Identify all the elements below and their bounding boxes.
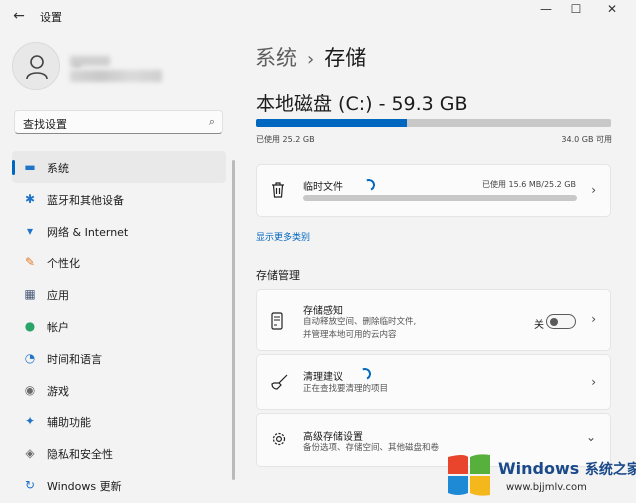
loading-spinner-icon	[357, 366, 373, 382]
sidebar-item[interactable]: ◉ 游戏	[12, 374, 226, 406]
temp-files-bar	[303, 195, 577, 201]
sidebar-item[interactable]: ▦ 应用	[12, 278, 226, 310]
sidebar-item[interactable]: ↻ Windows 更新	[12, 469, 226, 501]
storage-management-heading: 存储管理	[256, 269, 300, 282]
sidebar-item[interactable]: ◔ 时间和语言	[12, 342, 226, 374]
sidebar-item[interactable]: ✱ 蓝牙和其他设备	[12, 183, 226, 215]
watermark-title: Windows 系统之家	[498, 459, 636, 479]
watermark-url: www.bjjmlv.com	[506, 482, 587, 493]
search-input[interactable]: 查找设置 ⌕	[14, 110, 223, 134]
sidebar-item[interactable]: ▬ 系统	[12, 151, 226, 183]
sidebar-item-label: 蓝牙和其他设备	[47, 193, 124, 207]
windows-logo-icon	[448, 454, 490, 496]
trash-icon	[271, 182, 285, 202]
disk-used-text: 已使用 25.2 GB	[256, 135, 315, 144]
window-title: 设置	[40, 11, 62, 24]
sidebar-item-label: Windows 更新	[47, 479, 122, 493]
sidebar-item-label: 辅助功能	[47, 416, 91, 430]
sidebar-item[interactable]: ◈ 隐私和安全性	[12, 437, 226, 469]
page-title: 存储	[324, 46, 367, 70]
sidebar-item-label: 帐户	[47, 320, 69, 334]
shield-icon: ◈	[25, 446, 35, 461]
cleanup-recommendations-card[interactable]: 清理建议 正在查找要清理的项目 ›	[256, 354, 611, 410]
watermark-brand-cn: 系统之家	[584, 462, 636, 478]
temp-files-card[interactable]: 临时文件 已使用 15.6 MB/25.2 GB ›	[256, 164, 611, 217]
user-email-redacted	[70, 70, 162, 82]
system-icon: ▬	[24, 160, 36, 174]
account-icon: ●	[24, 318, 36, 333]
chevron-right-icon: ›	[591, 183, 596, 197]
disk-title: 本地磁盘 (C:) - 59.3 GB	[256, 93, 468, 115]
globe-clock-icon: ◔	[24, 350, 36, 365]
search-icon: ⌕	[208, 115, 215, 128]
breadcrumb: 系统 › 存储	[255, 42, 366, 72]
storage-sense-toggle-label: 关	[534, 320, 544, 331]
wifi-icon: ▾	[26, 223, 34, 238]
sidebar-item-label: 应用	[47, 289, 69, 303]
user-icon	[26, 55, 48, 80]
cleanup-desc: 正在查找要清理的项目	[303, 384, 389, 394]
breadcrumb-separator: ›	[307, 49, 315, 70]
apps-icon: ▦	[24, 287, 36, 302]
toggle-knob	[550, 317, 558, 326]
user-name: 铭	[70, 54, 125, 69]
sidebar-item-label: 时间和语言	[47, 352, 102, 366]
advanced-storage-desc: 备份选项、存储空间、其他磁盘和卷	[303, 443, 440, 453]
sidebar-item-label: 系统	[47, 162, 69, 175]
storage-sense-card[interactable]: 存储感知 自动释放空间、删除临时文件, 并管理本地可用的云内容 关 ›	[256, 289, 611, 351]
sidebar-item[interactable]: ▾ 网络 & Internet	[12, 215, 226, 247]
sidebar-item[interactable]: ● 帐户	[12, 310, 226, 342]
user-profile[interactable]: 铭	[12, 42, 232, 94]
watermark-brand: Windows	[498, 459, 580, 478]
close-button[interactable]: ✕	[594, 0, 630, 20]
chevron-right-icon: ›	[591, 375, 596, 389]
back-button[interactable]: ←	[8, 5, 30, 27]
sidebar-item-label: 网络 & Internet	[47, 225, 129, 239]
update-icon: ↻	[24, 477, 36, 492]
disk-usage-fill	[256, 119, 407, 127]
sidebar-item-label: 游戏	[47, 384, 69, 398]
storage-sense-desc-1: 自动释放空间、删除临时文件,	[303, 317, 417, 327]
title-bar: ← 设置 — ☐ ✕	[0, 0, 636, 32]
gear-icon	[271, 431, 287, 451]
maximize-button[interactable]: ☐	[558, 0, 594, 20]
storage-sense-toggle[interactable]	[546, 314, 576, 329]
sidebar-scrollbar[interactable]	[232, 160, 235, 480]
chevron-right-icon: ›	[591, 312, 596, 326]
loading-spinner-icon	[361, 177, 377, 193]
site-watermark: Windows 系统之家 www.bjjmlv.com	[440, 447, 636, 503]
broom-icon	[271, 374, 289, 394]
search-placeholder: 查找设置	[23, 118, 67, 131]
advanced-storage-title: 高级存储设置	[303, 432, 363, 443]
sidebar-item[interactable]: ✎ 个性化	[12, 246, 226, 278]
accessibility-icon: ✦	[24, 414, 36, 429]
sidebar-item-label: 隐私和安全性	[47, 448, 113, 462]
brush-icon: ✎	[24, 255, 36, 270]
disk-available-text: 34.0 GB 可用	[561, 135, 612, 144]
bluetooth-icon: ✱	[24, 191, 36, 206]
sidebar-item[interactable]: ✦ 辅助功能	[12, 405, 226, 437]
chevron-down-icon: ⌄	[585, 430, 596, 444]
sidebar-nav: ▬ 系统 ✱ 蓝牙和其他设备 ▾ 网络 & Internet ✎ 个性化 ▦ 应用 ● 帐户 ◔ 时间和语…	[12, 151, 226, 501]
disk-usage-bar	[256, 119, 611, 127]
show-more-categories-link[interactable]: 显示更多类别	[256, 230, 310, 243]
sidebar-item-label: 个性化	[47, 257, 80, 271]
storage-sense-title: 存储感知	[303, 306, 343, 317]
storage-drive-icon	[271, 312, 283, 334]
cleanup-title: 清理建议	[303, 372, 343, 383]
storage-sense-desc-2: 并管理本地可用的云内容	[303, 330, 397, 340]
temp-files-title: 临时文件	[303, 182, 343, 193]
temp-files-usage: 已使用 15.6 MB/25.2 GB	[481, 180, 576, 189]
gamepad-icon: ◉	[24, 382, 36, 397]
avatar	[12, 42, 60, 90]
breadcrumb-parent[interactable]: 系统	[255, 46, 297, 70]
